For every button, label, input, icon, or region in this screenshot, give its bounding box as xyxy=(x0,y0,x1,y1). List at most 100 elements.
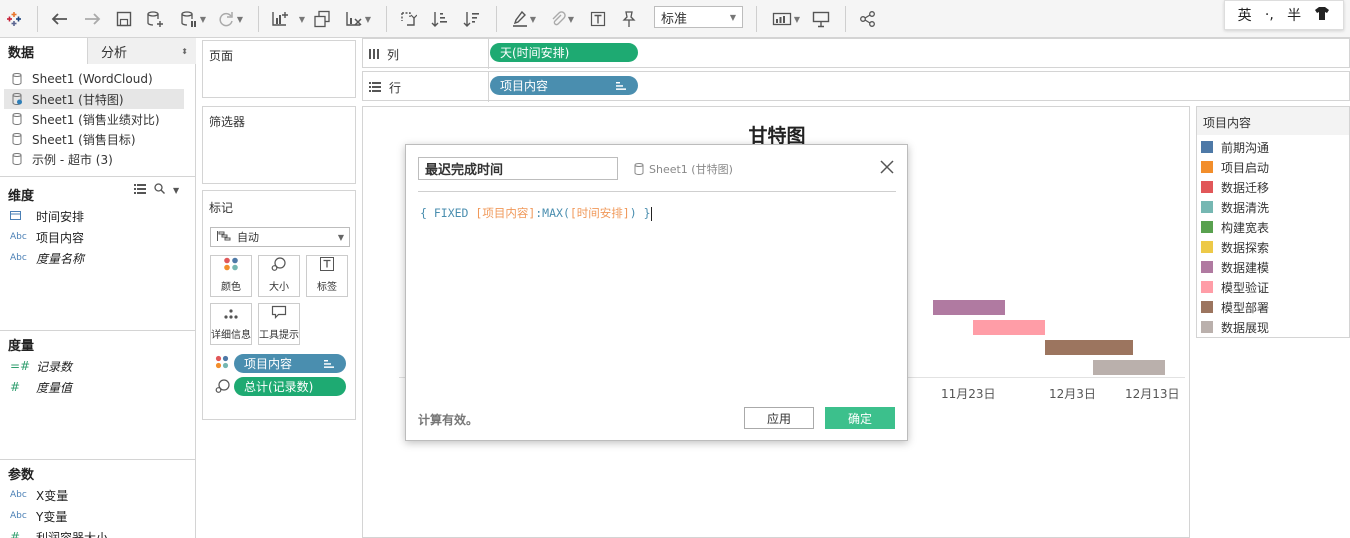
datasource-label: Sheet1 (销售业绩对比) xyxy=(32,112,160,127)
datasource-item[interactable]: 示例 - 超市 (3) xyxy=(4,149,184,169)
legend-item[interactable]: 项目启动 xyxy=(1201,157,1269,177)
new-worksheet-dropdown-icon[interactable]: ▼ xyxy=(296,8,306,30)
filters-card[interactable]: 筛选器 xyxy=(202,106,356,184)
legend-item[interactable]: 数据迁移 xyxy=(1201,177,1269,197)
legend-item[interactable]: 构建宽表 xyxy=(1201,217,1269,237)
tableau-logo-icon[interactable] xyxy=(4,8,24,30)
datasource-item[interactable]: Sheet1 (销售业绩对比) xyxy=(4,109,184,129)
chevron-down-icon: ▼ xyxy=(337,232,344,242)
legend-item[interactable]: 数据展现 xyxy=(1201,317,1269,337)
datasource-item-selected[interactable]: Sheet1 (甘特图) xyxy=(4,89,184,109)
legend-label: 项目启动 xyxy=(1221,160,1270,175)
gantt-bar[interactable] xyxy=(1045,340,1133,355)
rows-shelf[interactable]: 行 项目内容 xyxy=(362,71,1350,102)
datasource-item[interactable]: Sheet1 (WordCloud) xyxy=(4,69,184,89)
database-icon xyxy=(12,73,22,85)
apply-button[interactable]: 应用 xyxy=(744,407,814,429)
pages-card-title: 页面 xyxy=(209,49,234,63)
field-label: 度量值 xyxy=(36,380,73,395)
color-button[interactable]: 颜色 xyxy=(210,255,252,297)
measure-field[interactable]: =# 记录数 xyxy=(10,356,72,376)
ime-width[interactable]: 半 xyxy=(1287,5,1301,25)
dimension-field[interactable]: Abc 项目内容 xyxy=(10,227,84,247)
redo-icon[interactable] xyxy=(81,8,103,30)
view-list-icon[interactable] xyxy=(134,183,146,197)
show-mark-labels-icon[interactable] xyxy=(587,8,609,30)
tooltip-bubble-icon xyxy=(271,305,287,322)
legend-label: 数据清洗 xyxy=(1221,200,1270,215)
label-button[interactable]: 标签 xyxy=(306,255,348,297)
parameter-field[interactable]: # 利润容器大小 xyxy=(10,527,108,538)
calc-name-input[interactable]: 最迟完成时间 xyxy=(418,157,618,180)
close-icon[interactable] xyxy=(879,159,895,175)
presentation-mode-icon[interactable] xyxy=(809,8,833,30)
ime-punctuation[interactable]: ·, xyxy=(1265,7,1274,23)
tab-data[interactable]: 数据 xyxy=(0,38,88,64)
legend-item[interactable]: 数据清洗 xyxy=(1201,197,1269,217)
x-tick-label: 12月13日 xyxy=(1125,387,1180,401)
group-members-icon[interactable]: ▼ xyxy=(544,8,580,30)
legend-item[interactable]: 数据建模 xyxy=(1201,257,1269,277)
swap-rows-columns-icon[interactable] xyxy=(396,8,420,30)
legend-item[interactable]: 模型部署 xyxy=(1201,297,1269,317)
parameter-field[interactable]: Abc X变量 xyxy=(10,485,68,505)
columns-shelf[interactable]: 列 天(时间安排) xyxy=(362,38,1350,69)
calc-datasource-label: Sheet1 (甘特图) xyxy=(649,163,733,176)
fit-dropdown[interactable]: 标准 ▼ xyxy=(654,6,743,28)
dimension-field[interactable]: 时间安排 xyxy=(10,206,84,226)
formula-field: [时间安排] xyxy=(569,206,630,220)
datasource-item[interactable]: Sheet1 (销售目标) xyxy=(4,129,184,149)
search-icon[interactable] xyxy=(154,183,165,197)
refresh-icon[interactable]: ▼ xyxy=(214,8,246,30)
ok-button[interactable]: 确定 xyxy=(825,407,895,429)
save-icon[interactable] xyxy=(113,8,135,30)
size-field-pill[interactable]: 总计(记录数) xyxy=(234,377,346,396)
share-icon[interactable] xyxy=(856,8,880,30)
ime-language[interactable]: 英 xyxy=(1238,5,1252,25)
legend-item[interactable]: 数据探索 xyxy=(1201,237,1269,257)
mark-type-dropdown[interactable]: 自动 ▼ xyxy=(210,227,350,247)
dimension-field[interactable]: Abc 度量名称 xyxy=(10,248,84,268)
string-type-icon: Abc xyxy=(10,232,27,242)
field-label: Y变量 xyxy=(36,509,68,524)
color-field-pill[interactable]: 项目内容 xyxy=(234,354,346,373)
gantt-bar[interactable] xyxy=(973,320,1045,335)
sort-ascending-icon[interactable] xyxy=(428,8,452,30)
highlight-icon[interactable]: ▼ xyxy=(506,8,542,30)
undo-icon[interactable] xyxy=(49,8,71,30)
new-datasource-icon[interactable] xyxy=(143,8,167,30)
size-field-pill-label: 总计(记录数) xyxy=(244,380,314,394)
fix-axes-pin-icon[interactable] xyxy=(617,8,639,30)
tab-analysis[interactable]: 分析 ⬍ xyxy=(88,38,196,64)
dimensions-tools: ▼ xyxy=(134,183,179,197)
clear-sheet-icon[interactable]: ▼ xyxy=(340,8,376,30)
size-encoding-icon xyxy=(215,379,231,396)
color-legend[interactable]: 项目内容 前期沟通 项目启动 数据迁移 数据清洗 构建宽表 数据探索 数据建模 … xyxy=(1196,106,1350,338)
pause-datasource-icon[interactable]: ▼ xyxy=(175,8,211,30)
columns-date-pill[interactable]: 天(时间安排) xyxy=(490,43,638,62)
measure-field[interactable]: # 度量值 xyxy=(10,377,72,397)
ime-skin-icon[interactable] xyxy=(1314,6,1330,24)
chevron-down-icon[interactable]: ▼ xyxy=(173,186,179,195)
show-cards-icon[interactable]: ▼ xyxy=(768,8,804,30)
legend-item[interactable]: 模型验证 xyxy=(1201,277,1269,297)
sort-descending-icon[interactable] xyxy=(460,8,484,30)
toolbar: ▼ ▼ ▼ ▼ ▼ ▼ 标准 ▼ ▼ 英 ·, 半 xyxy=(0,0,1350,38)
tooltip-button[interactable]: 工具提示 xyxy=(258,303,300,345)
formula-editor[interactable]: { FIXED [项目内容]:MAX([时间安排]) } xyxy=(420,205,652,221)
rows-dimension-pill[interactable]: 项目内容 xyxy=(490,76,638,95)
color-button-label: 颜色 xyxy=(221,282,241,293)
pages-card[interactable]: 页面 xyxy=(202,40,356,98)
new-worksheet-icon[interactable] xyxy=(268,8,292,30)
legend-item[interactable]: 前期沟通 xyxy=(1201,137,1269,157)
detail-button[interactable]: 详细信息 xyxy=(210,303,252,345)
calculation-dialog: 最迟完成时间 Sheet1 (甘特图) { FIXED [项目内容]:MAX([… xyxy=(405,144,908,441)
duplicate-sheet-icon[interactable] xyxy=(310,8,334,30)
gantt-bar[interactable] xyxy=(1093,360,1165,375)
parameter-field[interactable]: Abc Y变量 xyxy=(10,506,67,526)
ime-toolbar[interactable]: 英 ·, 半 xyxy=(1224,0,1344,30)
field-label: X变量 xyxy=(36,488,69,503)
size-button[interactable]: 大小 xyxy=(258,255,300,297)
chevron-down-icon: ▼ xyxy=(729,12,736,22)
gantt-bar[interactable] xyxy=(933,300,1005,315)
